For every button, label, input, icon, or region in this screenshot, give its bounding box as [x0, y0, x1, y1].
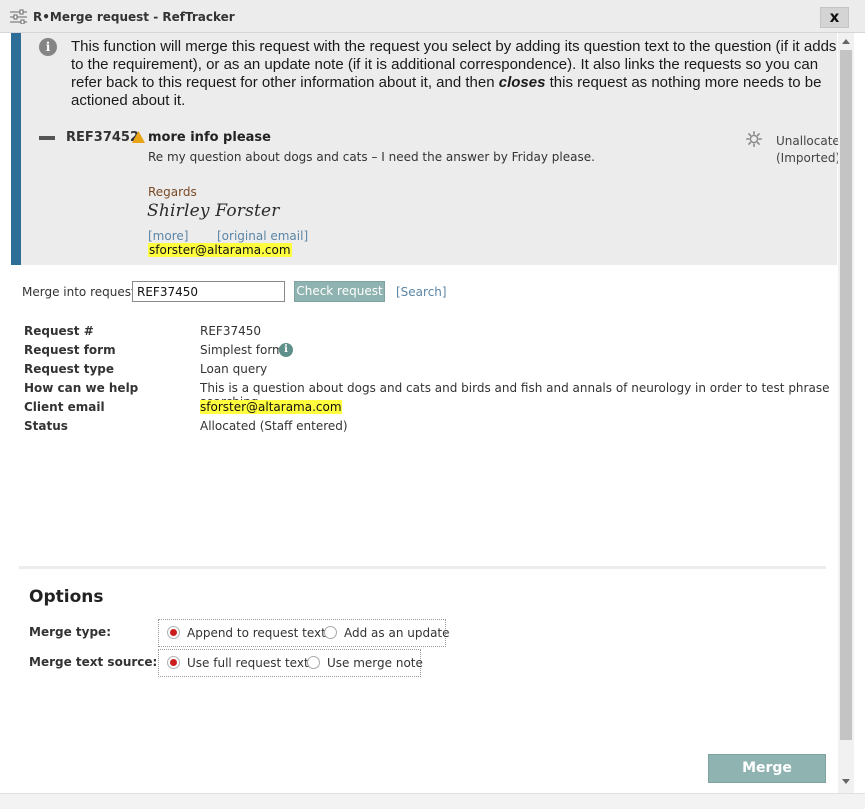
detail-label-how-can-we-help: How can we help [24, 381, 139, 395]
check-request-button[interactable]: Check request [294, 281, 385, 302]
detail-label-request-type: Request type [24, 362, 114, 376]
detail-value-request-number: REF37450 [200, 324, 261, 338]
window-title: R•Merge request - RefTracker [33, 10, 235, 24]
radio-add-as-update[interactable] [324, 626, 337, 639]
radio-label-full-text[interactable]: Use full request text [187, 656, 309, 670]
radio-label-add-update[interactable]: Add as an update [344, 626, 450, 640]
request-body: Re my question about dogs and cats – I n… [148, 150, 595, 164]
radio-use-merge-note[interactable] [307, 656, 320, 669]
merge-type-label: Merge type: [29, 625, 111, 639]
detail-value-status: Allocated (Staff entered) [200, 419, 348, 433]
scroll-thumb[interactable] [840, 50, 852, 740]
info-panel: i This function will merge this request … [11, 33, 847, 265]
more-link[interactable]: [more] [148, 229, 188, 243]
detail-value-request-type: Loan query [200, 362, 268, 376]
merge-type-group: Append to request text Add as an update [158, 619, 450, 647]
detail-label-status: Status [24, 419, 68, 433]
gear-icon [746, 131, 762, 147]
request-ref: REF37452 [66, 130, 139, 145]
section-divider [19, 566, 826, 569]
merge-into-label: Merge into request [22, 285, 136, 299]
request-title: more info please [148, 130, 271, 145]
requester-email: sforster@altarama.com [148, 243, 292, 257]
bottom-strip [0, 793, 865, 809]
search-link[interactable]: [Search] [396, 285, 447, 299]
vertical-scrollbar[interactable] [838, 33, 854, 793]
detail-label-request-number: Request # [24, 324, 94, 338]
close-button[interactable]: x [820, 7, 849, 28]
merge-text-source-label: Merge text source: [29, 655, 158, 669]
detail-label-client-email: Client email [24, 400, 105, 414]
sliders-icon [10, 9, 27, 24]
info-emphasis: closes [498, 74, 546, 91]
merge-text-source-group: Use full request text Use merge note [158, 649, 423, 677]
detail-value-request-form: Simplest form [200, 343, 284, 357]
original-email-link[interactable]: [original email] [217, 229, 308, 243]
detail-value-client-email: sforster@altarama.com [200, 400, 342, 414]
scroll-down-arrow-icon[interactable] [842, 779, 850, 784]
radio-label-append[interactable]: Append to request text [187, 626, 326, 640]
radio-label-merge-note[interactable]: Use merge note [327, 656, 423, 670]
signature: Shirley Forster [147, 201, 280, 221]
title-bar: R•Merge request - RefTracker x [0, 0, 865, 33]
request-status: Unallocated (Imported) [776, 134, 848, 165]
radio-append-to-request-text[interactable] [167, 626, 180, 639]
regards-text: Regards [148, 185, 197, 199]
info-icon: i [39, 38, 57, 56]
collapse-dash-icon[interactable] [39, 136, 55, 140]
detail-label-request-form: Request form [24, 343, 116, 357]
info-description: This function will merge this request wi… [71, 38, 837, 109]
options-title: Options [29, 587, 104, 607]
merge-request-input[interactable] [132, 281, 285, 302]
radio-use-full-request-text[interactable] [167, 656, 180, 669]
scroll-up-arrow-icon[interactable] [842, 39, 850, 44]
merge-requests-button[interactable]: Merge requests [708, 754, 826, 803]
warning-icon [132, 131, 145, 143]
form-info-icon[interactable]: i [279, 343, 293, 357]
